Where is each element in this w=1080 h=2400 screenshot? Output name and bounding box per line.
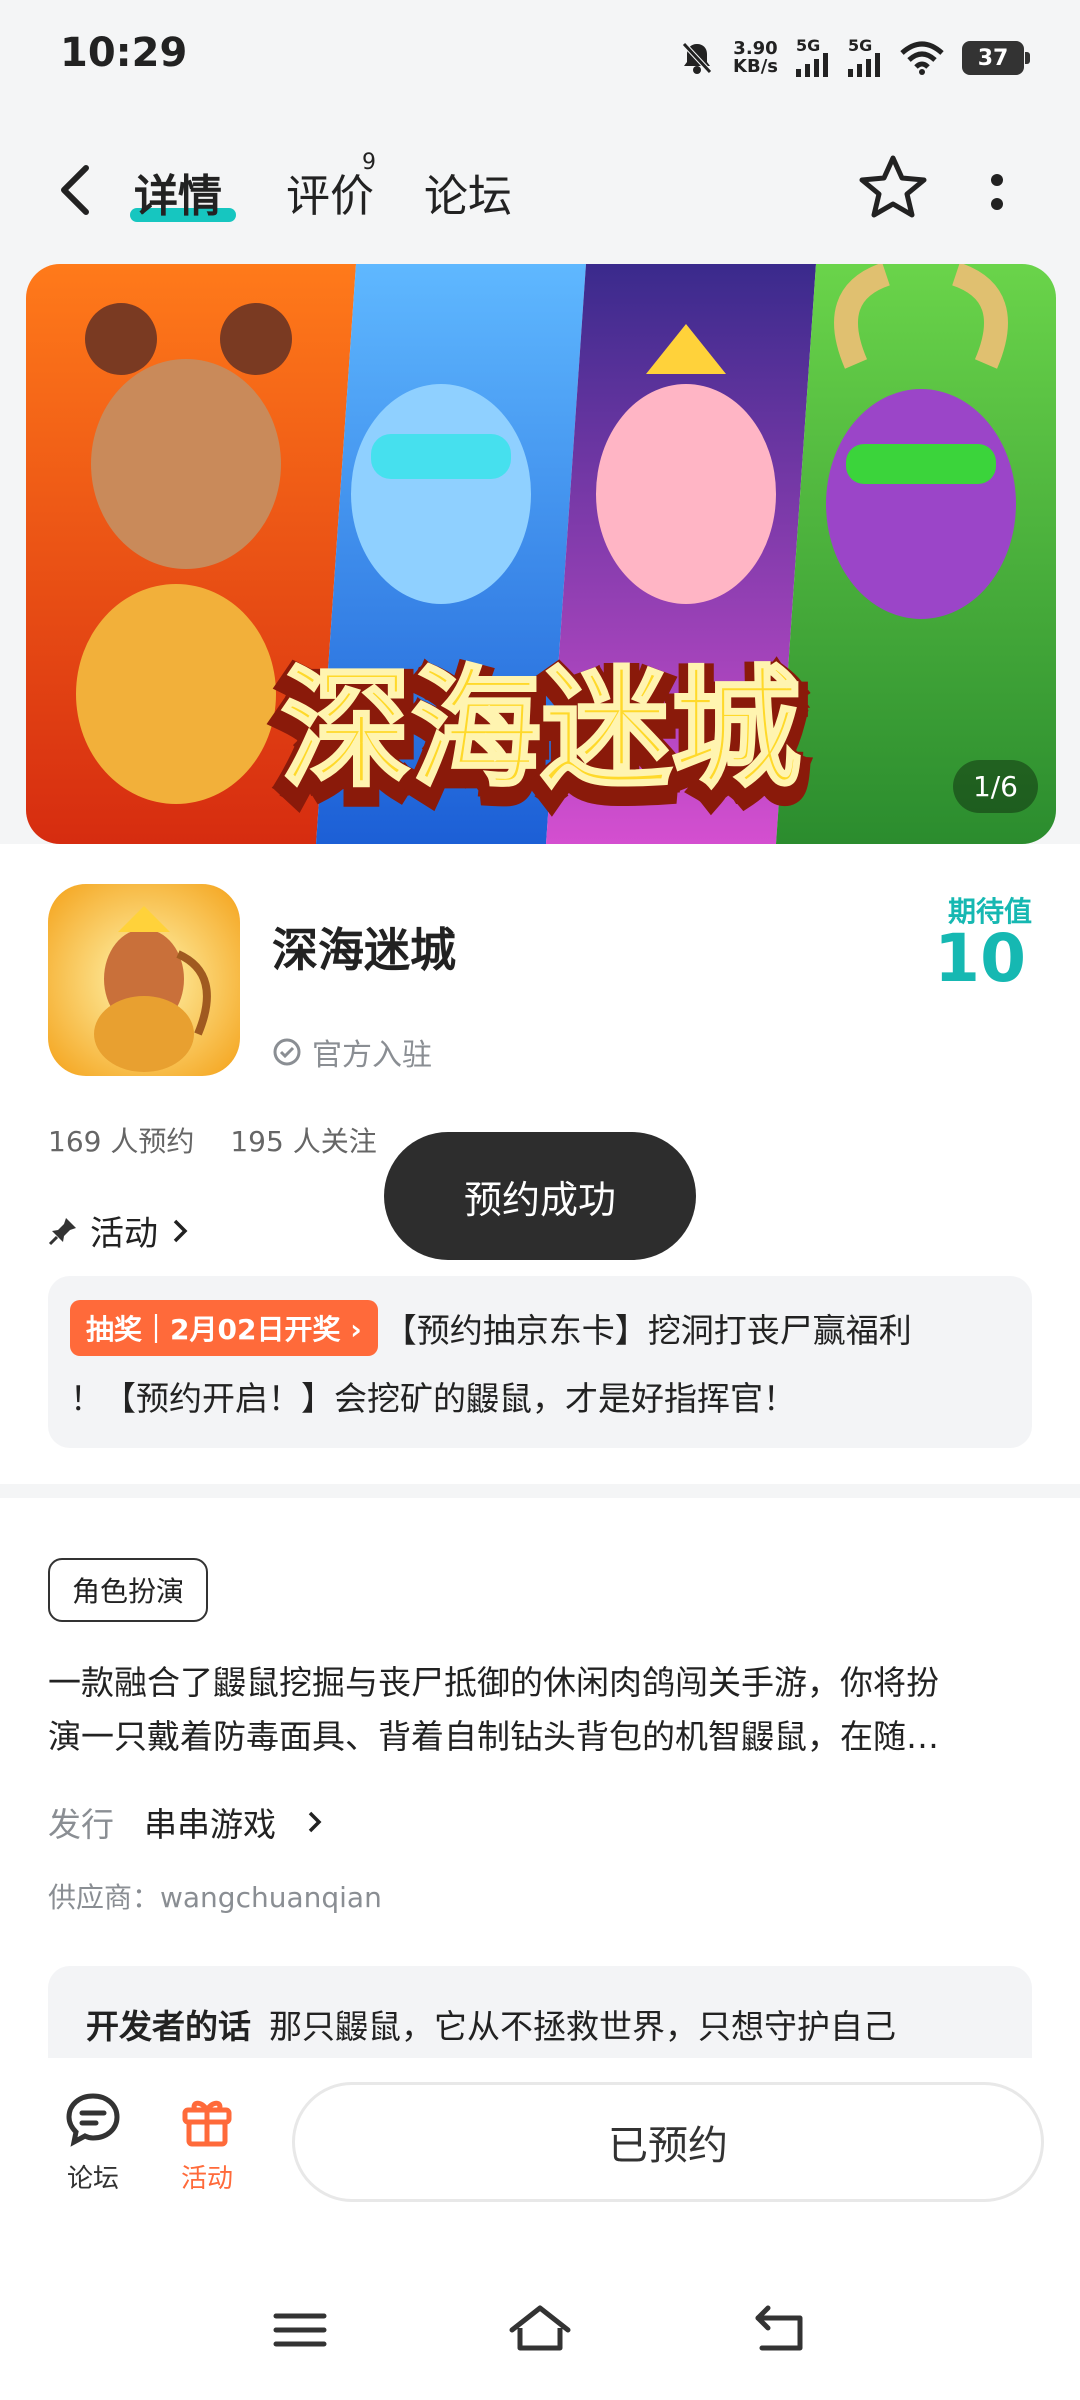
net-speed: 3.90 KB/s xyxy=(733,38,778,77)
tab-reviews[interactable]: 评价 xyxy=(286,160,374,224)
home-icon[interactable] xyxy=(500,2300,580,2360)
banner-artwork: 深海迷城 深海迷城 xyxy=(26,264,1056,844)
more-options-icon[interactable] xyxy=(982,168,1012,218)
promo-text-1: 【预约抽京东卡】挖洞打丧尸赢福利 xyxy=(383,1311,912,1350)
gift-icon xyxy=(182,2100,232,2147)
supplier-info: 供应商：wangchuanqian xyxy=(48,1881,382,1914)
game-description[interactable]: 一款融合了鼹鼠挖掘与丧尸抵御的休闲肉鸽闯关手游，你将扮 演一只戴着防毒面具、背着… xyxy=(48,1656,1032,1764)
genre-tag[interactable]: 角色扮演 xyxy=(48,1558,209,1622)
developer-notes-label: 开发者的话 xyxy=(86,2007,251,2046)
bottom-forum-button[interactable]: 论坛 xyxy=(48,2090,138,2195)
back-nav-icon[interactable] xyxy=(740,2300,820,2360)
lottery-badge: 抽奖｜2月02日开奖 › xyxy=(70,1300,378,1356)
game-title: 深海迷城 xyxy=(272,923,456,977)
toast-message: 预约成功 xyxy=(384,1132,696,1260)
game-banner-carousel[interactable]: 深海迷城 深海迷城 xyxy=(26,264,1056,844)
promo-line-1: 抽奖｜2月02日开奖 › 【预约抽京东卡】挖洞打丧尸赢福利 xyxy=(70,1300,912,1356)
expectation-value: 10 xyxy=(934,920,1026,997)
back-arrow-icon[interactable] xyxy=(52,160,100,220)
follower-count: 195 人关注 xyxy=(230,1125,377,1158)
banner-title-art: 深海迷城 xyxy=(281,653,801,805)
official-verified: 官方入驻 xyxy=(272,1030,432,1074)
battery-indicator: 37 xyxy=(962,41,1030,75)
chevron-right-icon xyxy=(173,1219,188,1242)
reviews-count-badge: 9 xyxy=(362,150,376,175)
tab-forum[interactable]: 论坛 xyxy=(424,160,512,224)
banner-page-indicator: 1/6 xyxy=(952,760,1038,813)
check-circle-icon xyxy=(273,1038,301,1066)
official-label: 官方入驻 xyxy=(312,1038,432,1073)
chat-bubble-icon xyxy=(66,2093,120,2147)
mole-warrior-icon xyxy=(48,884,240,1076)
publisher-label: 发行 xyxy=(48,1805,114,1844)
stats-row: 169 人预约 195 人关注 xyxy=(48,1120,377,1160)
developer-notes-text: 那只鼹鼠，它从不拯救世界，只想守护自己 xyxy=(269,2007,896,2046)
tab-details[interactable]: 详情 xyxy=(134,160,222,224)
reserved-button[interactable]: 已预约 xyxy=(292,2082,1044,2202)
signal-icon xyxy=(796,53,828,77)
game-app-icon xyxy=(48,884,240,1076)
mute-bell-icon xyxy=(682,42,712,74)
promo-text-2: ！【预约开启！】会挖矿的鼹鼠，才是好指挥官！ xyxy=(70,1379,796,1418)
wifi-icon xyxy=(900,41,944,75)
bottom-activity-button[interactable]: 活动 xyxy=(162,2090,252,2195)
activity-label: 活动 xyxy=(90,1214,158,1254)
star-favorite-icon[interactable] xyxy=(858,152,928,222)
pin-icon xyxy=(48,1217,76,1245)
menu-icon[interactable] xyxy=(260,2300,340,2360)
developer-notes: 开发者的话 那只鼹鼠，它从不拯救世界，只想守护自己 xyxy=(86,2000,896,2048)
publisher-row[interactable]: 发行 串串游戏 xyxy=(48,1798,324,1846)
signal-sim2: 5G xyxy=(848,38,882,77)
signal-sim1: 5G xyxy=(796,38,830,77)
signal-icon xyxy=(848,53,880,77)
chevron-right-icon xyxy=(308,1811,322,1833)
activity-section-header[interactable]: 活动 xyxy=(48,1206,190,1255)
status-time: 10:29 xyxy=(60,30,188,76)
publisher-name: 串串游戏 xyxy=(144,1805,276,1844)
reservation-count: 169 人预约 xyxy=(48,1125,195,1158)
status-icons: 3.90 KB/s 5G 5G 37 xyxy=(679,34,1030,82)
